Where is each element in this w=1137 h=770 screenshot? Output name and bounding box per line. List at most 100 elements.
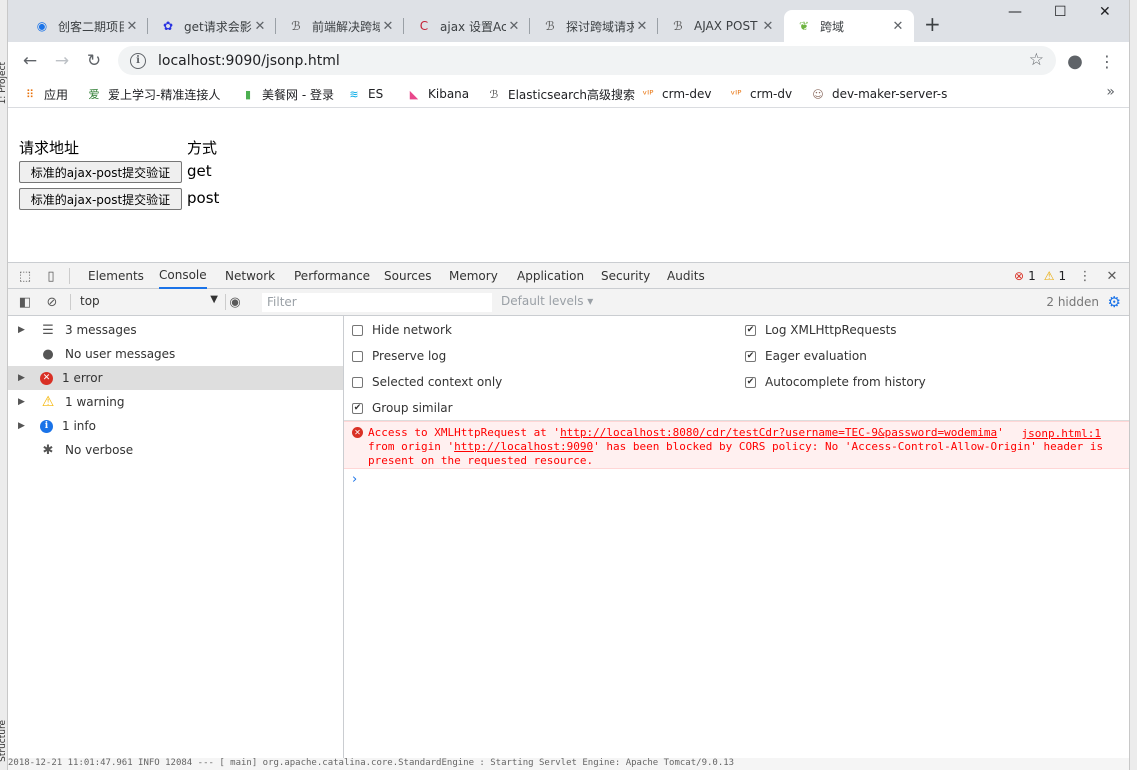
context-selector[interactable]: top ▼ bbox=[80, 294, 218, 311]
console-setting[interactable]: ✔ Log XMLHttpRequests bbox=[745, 321, 897, 339]
expand-triangle-icon[interactable]: ▶ bbox=[18, 421, 30, 431]
new-tab-button[interactable]: + bbox=[924, 12, 941, 36]
error-origin-link[interactable]: http://localhost:9090 bbox=[454, 440, 593, 453]
bookmark-item[interactable]: ℬ Elasticsearch高级搜索 bbox=[486, 85, 635, 103]
expand-triangle-icon[interactable]: ▶ bbox=[18, 397, 30, 407]
back-arrow-icon[interactable]: ← bbox=[18, 49, 42, 73]
screen: 1: Project Structure ◉创客二期项目✕✿get请求会影响✕ℬ… bbox=[0, 0, 1137, 770]
issue-counters[interactable]: ⊗ 1 ⚠ 1 bbox=[1014, 269, 1066, 283]
devtools-menu-icon[interactable]: ⋮ bbox=[1077, 268, 1093, 284]
console-setting[interactable]: Selected context only bbox=[352, 373, 502, 391]
sidebar-item[interactable]: ▶ ☰ 3 messages bbox=[8, 318, 343, 342]
console-filter-input[interactable]: Filter bbox=[262, 293, 492, 312]
tab-close-icon[interactable]: ✕ bbox=[634, 19, 650, 34]
console-setting[interactable]: ✔ Eager evaluation bbox=[745, 347, 867, 365]
window-close-button[interactable]: ✕ bbox=[1099, 4, 1111, 20]
sidebar-item[interactable]: ✱ No verbose bbox=[8, 438, 343, 462]
clear-console-icon[interactable]: ⊘ bbox=[44, 294, 60, 310]
unchecked-checkbox[interactable] bbox=[352, 350, 363, 362]
console-setting[interactable]: ✔ Autocomplete from history bbox=[745, 373, 926, 391]
more-bookmarks-icon[interactable]: » bbox=[1106, 84, 1115, 100]
tab-close-icon[interactable]: ✕ bbox=[506, 19, 522, 34]
bookmark-item[interactable]: ☺ dev-maker-server-s bbox=[810, 85, 947, 103]
devtools-close-icon[interactable]: ✕ bbox=[1104, 268, 1120, 284]
bookmark-item[interactable]: 爱爱上学习-精准连接人 bbox=[86, 85, 221, 103]
ajax-post-button[interactable]: 标准的ajax-post提交验证 bbox=[19, 188, 182, 210]
tab-close-icon[interactable]: ✕ bbox=[380, 19, 396, 34]
browser-tab[interactable]: ✿ get请求会影响✕ bbox=[148, 10, 276, 42]
tab-close-icon[interactable]: ✕ bbox=[124, 19, 140, 34]
console-settings-gear-icon[interactable]: ⚙ bbox=[1108, 293, 1121, 311]
console-setting[interactable]: ✔ Group similar bbox=[352, 399, 453, 417]
bookmark-label: ES bbox=[368, 87, 384, 101]
browser-tab[interactable]: ℬ AJAX POST ✕ bbox=[658, 10, 784, 42]
vip-icon: ᵛᴵᴾ bbox=[730, 87, 742, 101]
error-icon: ✕ bbox=[352, 427, 363, 438]
live-expression-eye-icon[interactable]: ◉ bbox=[227, 294, 243, 310]
unchecked-checkbox[interactable] bbox=[352, 324, 363, 336]
sidebar-item[interactable]: ▶ ⚠ 1 warning bbox=[8, 390, 343, 414]
setting-label: Group similar bbox=[372, 401, 453, 415]
devtools-tab-security[interactable]: Security bbox=[601, 263, 650, 289]
profile-avatar-icon[interactable]: ● bbox=[1063, 49, 1087, 73]
console-setting[interactable]: Hide network bbox=[352, 321, 452, 339]
log-levels-dropdown[interactable]: Default levels ▾ bbox=[501, 294, 593, 308]
ajax-get-button[interactable]: 标准的ajax-post提交验证 bbox=[19, 161, 182, 183]
spring-leaf-icon: ❦ bbox=[798, 19, 810, 33]
bookmark-item[interactable]: ≋ ES bbox=[346, 85, 383, 103]
browser-menu-icon[interactable]: ⋮ bbox=[1095, 49, 1119, 73]
bookmark-label: Elasticsearch高级搜索 bbox=[508, 87, 636, 102]
minimize-button[interactable]: — bbox=[1008, 4, 1022, 20]
checked-checkbox[interactable]: ✔ bbox=[745, 324, 756, 336]
error-icon: ✕ bbox=[40, 371, 53, 385]
console-setting[interactable]: Preserve log bbox=[352, 347, 446, 365]
inspect-element-icon[interactable]: ⬚ bbox=[17, 268, 33, 284]
devtools-tab-performance[interactable]: Performance bbox=[294, 263, 370, 289]
bookmark-star-icon[interactable]: ☆ bbox=[1029, 50, 1044, 70]
devtools-tab-network[interactable]: Network bbox=[225, 263, 275, 289]
ide-project-label[interactable]: 1: Project bbox=[0, 62, 8, 104]
maximize-button[interactable]: ☐ bbox=[1054, 4, 1067, 20]
devtools-tab-audits[interactable]: Audits bbox=[667, 263, 705, 289]
address-url[interactable]: localhost:9090/jsonp.html bbox=[158, 53, 340, 69]
devtools-tab-memory[interactable]: Memory bbox=[449, 263, 498, 289]
browser-tab[interactable]: ℬ 前端解决跨域 ✕ bbox=[276, 10, 404, 42]
checked-checkbox[interactable]: ✔ bbox=[745, 350, 756, 362]
tab-title: get请求会影响 bbox=[184, 19, 252, 34]
unchecked-checkbox[interactable] bbox=[352, 376, 363, 388]
devtools-tab-console[interactable]: Console bbox=[159, 263, 207, 289]
sidebar-item[interactable]: ▶ i 1 info bbox=[8, 414, 343, 438]
browser-tab[interactable]: Cajax 设置Access✕ bbox=[404, 10, 530, 42]
expand-triangle-icon[interactable]: ▶ bbox=[18, 325, 30, 335]
error-source-link[interactable]: jsonp.html:1 bbox=[1022, 427, 1101, 440]
address-bar[interactable]: i localhost:9090/jsonp.html ☆ bbox=[118, 46, 1056, 75]
ide-structure-label[interactable]: Structure bbox=[0, 720, 8, 762]
bookmark-item[interactable]: ᵛᴵᴾ crm-dev bbox=[640, 85, 712, 103]
devtools-tab-elements[interactable]: Elements bbox=[88, 263, 144, 289]
tab-close-icon[interactable]: ✕ bbox=[890, 19, 906, 34]
tab-close-icon[interactable]: ✕ bbox=[252, 19, 268, 34]
sidebar-item[interactable]: ▶ ✕ 1 error bbox=[8, 366, 343, 390]
device-toolbar-icon[interactable]: ▯ bbox=[43, 268, 59, 284]
sidebar-item[interactable]: ● No user messages bbox=[8, 342, 343, 366]
devtools-tab-sources[interactable]: Sources bbox=[384, 263, 431, 289]
forward-arrow-icon[interactable]: → bbox=[50, 49, 74, 73]
bookmark-item[interactable]: ᵛᴵᴾ crm-dv bbox=[728, 85, 792, 103]
reload-icon[interactable]: ↻ bbox=[82, 49, 106, 73]
browser-tab[interactable]: ❦ 跨域 ✕ bbox=[784, 10, 914, 42]
browser-tab[interactable]: ◉ 创客二期项目 ✕ bbox=[22, 10, 148, 42]
bookmark-item[interactable]: ⠿ 应用 bbox=[22, 85, 68, 103]
console-prompt-icon[interactable]: › bbox=[352, 472, 357, 487]
console-error-message[interactable]: ✕ Access to XMLHttpRequest at 'http://lo… bbox=[344, 421, 1129, 469]
checked-checkbox[interactable]: ✔ bbox=[745, 376, 756, 388]
tab-close-icon[interactable]: ✕ bbox=[760, 19, 776, 34]
error-request-url-link[interactable]: http://localhost:8080/cdr/testCdr?userna… bbox=[560, 426, 997, 439]
sidebar-toggle-icon[interactable]: ◧ bbox=[17, 294, 33, 310]
bookmark-item[interactable]: ▮ 美餐网 - 登录 bbox=[240, 85, 334, 103]
bookmark-item[interactable]: ◣ Kibana bbox=[406, 85, 469, 103]
site-info-icon[interactable]: i bbox=[130, 52, 146, 69]
browser-tab[interactable]: ℬ 探讨跨域请求 ✕ bbox=[530, 10, 658, 42]
expand-triangle-icon[interactable]: ▶ bbox=[18, 373, 30, 383]
checked-checkbox[interactable]: ✔ bbox=[352, 402, 363, 414]
devtools-tab-application[interactable]: Application bbox=[517, 263, 584, 289]
